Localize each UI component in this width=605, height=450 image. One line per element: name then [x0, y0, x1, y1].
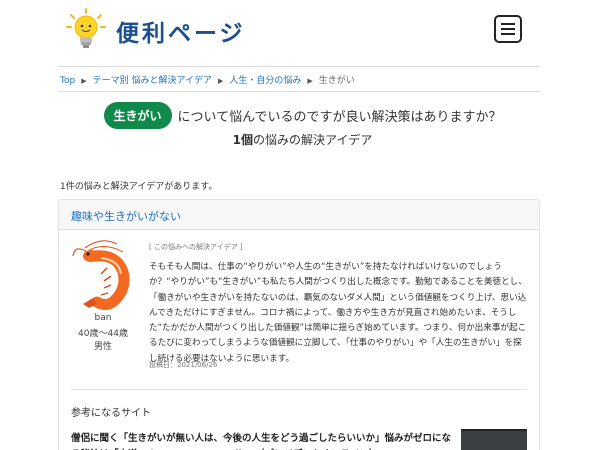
breadcrumb-theme-link[interactable]: テーマ別 悩みと解決アイデア [93, 76, 212, 86]
breadcrumb-category-link[interactable]: 人生・自分の悩み [229, 76, 301, 86]
user-gender: 男性 [93, 342, 112, 352]
topic-badge[interactable]: 生きがい [103, 102, 172, 129]
reference-link[interactable]: 僧侶に聞く「生きがいが無い人は、今後の人生をどう過ごしたらいいか」悩みがゼロにな… [71, 431, 451, 450]
site-logo-text[interactable]: 便利ページ [116, 14, 246, 48]
shrimp-avatar-icon [72, 240, 130, 310]
user-age: 40歳～44歳 [78, 329, 128, 339]
breadcrumb-divider [58, 91, 540, 92]
chevron-right-icon: ▶ [81, 77, 87, 85]
breadcrumb: Top ▶ テーマ別 悩みと解決アイデア ▶ 人生・自分の悩み ▶ 生きがい [60, 73, 355, 86]
idea-count-heading: 1個の悩みの解決アイデア [0, 131, 605, 148]
menu-line-icon [501, 33, 515, 35]
result-summary: 1件の悩みと解決アイデアがあります。 [60, 182, 218, 192]
menu-line-icon [501, 28, 515, 30]
worry-card: 趣味や生きがいがない ban 40歳～44歳 男性 [ この悩みへの解決アイデア… [58, 199, 540, 450]
idea-text: そもそも人間は、仕事の“やりがい”や人生の“生きがい”を持たなければいけないので… [149, 262, 527, 364]
question-text: について悩んでいるのですが良い解決策はありますか？ [177, 110, 502, 125]
lightbulb-logo-icon[interactable] [66, 8, 106, 52]
chevron-right-icon: ▶ [307, 77, 313, 85]
reference-heading: 参考になるサイト [71, 408, 151, 419]
idea-label: [ この悩みへの解決アイデア ] [149, 243, 243, 251]
hamburger-menu-button[interactable] [494, 15, 522, 43]
site-header: 便利ページ [0, 0, 605, 66]
card-divider [71, 389, 527, 390]
idea-count-number: 1個 [232, 133, 253, 147]
card-title[interactable]: 趣味や生きがいがない [59, 200, 539, 230]
menu-line-icon [501, 23, 515, 25]
user-name: ban [94, 313, 112, 323]
page-question: 生きがい について悩んでいるのですが良い解決策はありますか？ [0, 102, 605, 129]
idea-count-suffix: の悩みの解決アイデア [252, 133, 373, 147]
chevron-right-icon: ▶ [218, 77, 224, 85]
breadcrumb-current: 生きがい [318, 76, 355, 86]
post-date: 投稿日：2021/06/26 [149, 361, 218, 369]
header-divider [58, 66, 540, 67]
reference-thumbnail[interactable] [461, 429, 527, 450]
breadcrumb-top-link[interactable]: Top [60, 76, 75, 86]
